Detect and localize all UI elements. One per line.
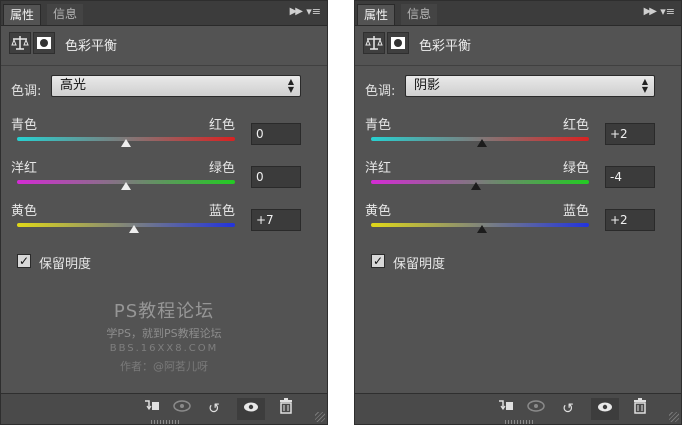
slider-left-label: 黄色 <box>365 204 392 219</box>
watermark-title: PS教程论坛 <box>113 301 215 322</box>
layer-mask-icon[interactable] <box>387 32 409 54</box>
adjustment-title: 色彩平衡 <box>419 39 472 54</box>
tone-select-value: 阴影 <box>414 78 441 93</box>
slider-yellow-blue: 黄色 蓝色 +2 <box>365 200 665 240</box>
tab-properties[interactable]: 属性 <box>3 4 42 25</box>
slider-magenta-green: 洋红 绿色 0 <box>11 157 311 197</box>
slider-left-label: 洋红 <box>365 161 392 176</box>
header-divider <box>355 65 681 66</box>
tab-properties-label: 属性 <box>10 8 35 22</box>
collapse-icon[interactable]: ▶▶ <box>644 6 657 17</box>
tab-properties[interactable]: 属性 <box>357 4 396 25</box>
slider-value-field[interactable]: -4 <box>605 166 655 188</box>
adjustment-title: 色彩平衡 <box>65 39 118 54</box>
slider-thumb[interactable] <box>121 139 131 147</box>
slider-right-label: 红色 <box>563 118 590 133</box>
watermark: PS教程论坛 学PS，就到PS教程论坛 BBS.16XX8.COM 作者：@阿茗… <box>69 297 259 374</box>
preserve-luminosity-label: 保留明度 <box>39 257 92 272</box>
resize-grip-icon[interactable] <box>315 412 325 422</box>
visibility-icon[interactable] <box>591 398 619 420</box>
tab-properties-label: 属性 <box>364 8 389 22</box>
delete-icon[interactable] <box>275 398 297 420</box>
panel-bottom-toolbar: ↺ <box>355 393 681 424</box>
layer-mask-icon[interactable] <box>33 32 55 54</box>
slider-right-label: 蓝色 <box>563 204 590 219</box>
slider-left-label: 青色 <box>365 118 392 133</box>
color-balance-icon <box>9 32 31 54</box>
tab-info-label: 信息 <box>407 7 432 21</box>
scroll-handle[interactable] <box>151 420 179 424</box>
panel-tabbar: 属性 信息 ▶▶ ▾≡ <box>355 1 681 26</box>
preserve-luminosity-checkbox[interactable]: ✓ <box>371 254 385 268</box>
select-arrows-icon: ▲ ▼ <box>641 77 648 94</box>
watermark-url: BBS.16XX8.COM <box>109 343 219 354</box>
panel-menu-icon[interactable]: ▾≡ <box>306 5 321 18</box>
select-arrows-icon: ▲ ▼ <box>287 77 294 94</box>
properties-panel-highlights: 属性 信息 ▶▶ ▾≡ 色彩平衡 色调: 高光 ▲ ▼ 青色 红色 0 洋红 绿… <box>0 0 328 425</box>
slider-track[interactable] <box>17 223 235 227</box>
resize-grip-icon[interactable] <box>669 412 679 422</box>
tab-info[interactable]: 信息 <box>47 4 84 25</box>
panel-tabbar: 属性 信息 ▶▶ ▾≡ <box>1 1 327 26</box>
slider-right-label: 绿色 <box>563 161 590 176</box>
slider-value-field[interactable]: +2 <box>605 209 655 231</box>
panel-bottom-toolbar: ↺ <box>1 393 327 424</box>
watermark-subtitle: 学PS，就到PS教程论坛 <box>106 327 222 340</box>
scroll-handle[interactable] <box>505 420 533 424</box>
adjustment-header: 色彩平衡 <box>363 32 663 56</box>
color-balance-icon <box>363 32 385 54</box>
preserve-luminosity-label: 保留明度 <box>393 257 446 272</box>
tone-select-value: 高光 <box>60 78 87 93</box>
view-previous-state-icon[interactable] <box>525 398 547 420</box>
view-previous-state-icon[interactable] <box>171 398 193 420</box>
slider-left-label: 黄色 <box>11 204 38 219</box>
slider-right-label: 绿色 <box>209 161 236 176</box>
watermark-author: 作者：@阿茗儿呀 <box>120 360 208 373</box>
slider-value-field[interactable]: +7 <box>251 209 301 231</box>
tone-label: 色调: <box>11 84 42 99</box>
slider-thumb[interactable] <box>477 139 488 147</box>
slider-cyan-red: 青色 红色 0 <box>11 114 311 154</box>
collapse-icon[interactable]: ▶▶ <box>290 6 303 17</box>
tone-select[interactable]: 阴影 ▲ ▼ <box>405 75 655 97</box>
visibility-icon[interactable] <box>237 398 265 420</box>
slider-yellow-blue: 黄色 蓝色 +7 <box>11 200 311 240</box>
tab-info-label: 信息 <box>53 7 78 21</box>
clip-to-layer-icon[interactable] <box>141 398 163 420</box>
slider-value-field[interactable]: 0 <box>251 123 301 145</box>
slider-magenta-green: 洋红 绿色 -4 <box>365 157 665 197</box>
slider-left-label: 洋红 <box>11 161 38 176</box>
slider-left-label: 青色 <box>11 118 38 133</box>
delete-icon[interactable] <box>629 398 651 420</box>
slider-thumb[interactable] <box>477 225 488 233</box>
reset-icon[interactable]: ↺ <box>557 398 579 420</box>
clip-to-layer-icon[interactable] <box>495 398 517 420</box>
slider-value-field[interactable]: 0 <box>251 166 301 188</box>
preserve-luminosity-checkbox[interactable]: ✓ <box>17 254 31 268</box>
reset-icon[interactable]: ↺ <box>203 398 225 420</box>
slider-thumb[interactable] <box>470 182 481 190</box>
slider-value-field[interactable]: +2 <box>605 123 655 145</box>
preserve-luminosity-row[interactable]: ✓ 保留明度 <box>371 253 571 272</box>
adjustment-header: 色彩平衡 <box>9 32 309 56</box>
slider-cyan-red: 青色 红色 +2 <box>365 114 665 154</box>
preserve-luminosity-row[interactable]: ✓ 保留明度 <box>17 253 217 272</box>
tone-label: 色调: <box>365 84 396 99</box>
slider-right-label: 红色 <box>209 118 236 133</box>
slider-right-label: 蓝色 <box>209 204 236 219</box>
header-divider <box>1 65 327 66</box>
tab-info[interactable]: 信息 <box>401 4 438 25</box>
slider-thumb[interactable] <box>128 225 139 233</box>
tone-select[interactable]: 高光 ▲ ▼ <box>51 75 301 97</box>
panel-menu-icon[interactable]: ▾≡ <box>660 5 675 18</box>
slider-thumb[interactable] <box>121 182 131 190</box>
properties-panel-shadows: 属性 信息 ▶▶ ▾≡ 色彩平衡 色调: 阴影 ▲ ▼ 青色 红色 +2 洋红 … <box>354 0 682 425</box>
